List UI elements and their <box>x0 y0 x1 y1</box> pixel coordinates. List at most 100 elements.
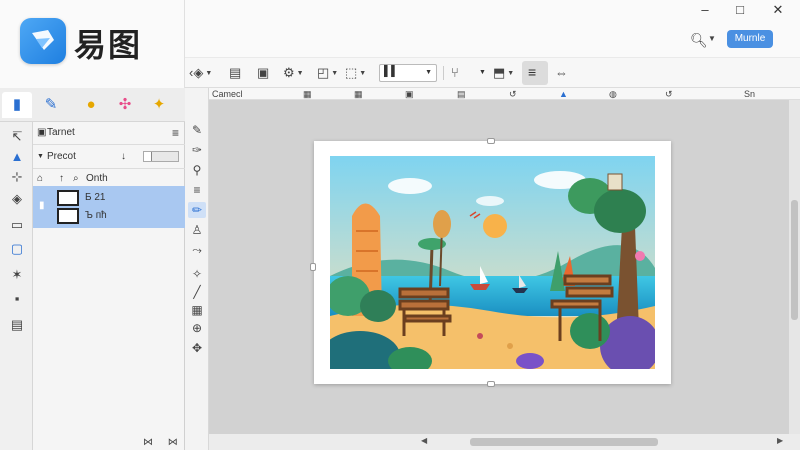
fill-icon[interactable]: ◈ <box>7 190 27 208</box>
chair-icon[interactable]: ⑂ <box>451 64 459 82</box>
resize-handle-left[interactable] <box>310 263 316 271</box>
grid-icon[interactable]: ▦ <box>188 302 206 318</box>
chevron-down-icon[interactable]: ▼ <box>708 34 716 43</box>
layer-thumbnail <box>57 208 79 224</box>
scroll-left-icon[interactable]: ◀ <box>421 436 427 445</box>
main-toolbar: ‹◈ ▼ ▤ ▣ ⚙ ▼ ◰ ▼ ⬚ ▼ ▌▌ ▼ ⑂ ▼ ⬒ ▼ ≡ ⇔ <box>185 58 800 88</box>
magic-icon[interactable]: ✧ <box>188 266 206 282</box>
chevron-down-icon[interactable]: ▼ <box>479 69 486 76</box>
left-tool-column: ↸ ▲ ⊹ ◈ ▭ ▢ ✶ ▪ ▤ <box>0 122 33 450</box>
font-size-select[interactable]: ▌▌ ▼ <box>379 64 437 82</box>
panel-divider <box>33 144 185 145</box>
profile-button[interactable]: Murnle <box>727 30 773 48</box>
vertical-scrollbar[interactable] <box>789 100 800 434</box>
illustration-image <box>330 156 655 369</box>
ruler-text: Sn <box>744 89 756 99</box>
panel-title: Tarnet <box>47 127 75 138</box>
layer-name[interactable]: Ъ пћ <box>85 210 107 221</box>
panel-icon: ▣ <box>37 127 47 138</box>
layers-panel: ▣ Tarnet ≡ ▼ Precot ↓ ⌂ ↑ ⌕ Onth ▮ Б 21 … <box>33 122 185 450</box>
rectangle-icon[interactable]: ▭ <box>7 216 27 234</box>
close-button[interactable]: ✕ <box>763 1 793 19</box>
opacity-slider[interactable] <box>143 151 179 162</box>
horizontal-scroll-thumb[interactable] <box>470 438 658 446</box>
panel-menu-icon[interactable]: ≡ <box>172 122 179 144</box>
secondary-tool-column: ✎ ✑ ⚲ ≡ ✏ ♙ ⤳ ✧ ╱ ▦ ⊕ ✥ <box>185 88 209 450</box>
app-logo-icon <box>20 18 66 64</box>
comment-icon[interactable]: ▪ <box>7 290 27 308</box>
ruler-icon[interactable]: ▦ <box>303 88 312 100</box>
chevron-down-icon: ▼ <box>425 69 432 76</box>
panel-header: ▣ Tarnet ≡ <box>33 122 185 144</box>
select-icon[interactable]: ⬚ ▼ <box>345 64 366 82</box>
export-icon[interactable]: ⬒ ▼ <box>493 64 514 82</box>
tools-tab[interactable]: ✎ <box>36 92 66 118</box>
preset-row[interactable]: ▼ Precot ↓ <box>33 146 185 168</box>
document-page[interactable] <box>310 138 671 387</box>
resize-handle-bottom[interactable] <box>487 381 495 387</box>
title-bar: – □ ✕ <box>185 0 800 22</box>
line-icon[interactable]: ╱ <box>188 284 206 300</box>
crop-tool-icon[interactable]: ⊹ <box>7 168 27 186</box>
magic-wand-icon[interactable]: ✶ <box>7 266 27 284</box>
canvas-label: Camecl <box>212 89 243 99</box>
ruler-icon[interactable]: ↺ <box>509 88 517 100</box>
ruler-icon[interactable]: ▤ <box>457 88 466 100</box>
collapse-icon[interactable]: ⋈ <box>143 437 153 448</box>
top-bar: 🔍︎ ▼ Murnle <box>185 22 800 58</box>
layer-thumbnail <box>57 190 79 206</box>
ruler-icon[interactable]: ▲ <box>559 88 568 100</box>
menu-icon: ≡ <box>528 64 537 80</box>
maximize-button[interactable]: □ <box>725 1 755 19</box>
rotate-icon[interactable]: ‹◈ ▼ <box>189 64 212 82</box>
app-logo-text: 易图 <box>74 26 143 64</box>
eyedropper-icon[interactable]: ⚲ <box>188 162 206 178</box>
move-icon[interactable]: ✥ <box>188 340 206 356</box>
stickers-tab[interactable]: ✦ <box>144 92 174 118</box>
resize-handle-top[interactable] <box>487 138 495 144</box>
slider-handle[interactable] <box>144 152 152 161</box>
clipboard-icon[interactable]: ▤ <box>229 64 241 82</box>
arrow-down-icon[interactable]: ↓ <box>121 146 126 168</box>
effects-tab[interactable]: ✣ <box>110 92 140 118</box>
badge-tab[interactable]: ● <box>76 92 106 118</box>
preset-label: Precot <box>47 151 76 162</box>
ruler-icon[interactable]: ▦ <box>354 88 363 100</box>
zoom-icon[interactable]: ⊕ <box>188 320 206 336</box>
ruler-icon[interactable]: ▣ <box>405 88 414 100</box>
arrows-icon[interactable]: ⇔ <box>555 64 568 82</box>
panel-tab-strip: ▮ ✎ ● ✣ ✦ <box>0 88 185 122</box>
app-window: 易图 – □ ✕ 🔍︎ ▼ Murnle ‹◈ ▼ ▤ ▣ ⚙ ▼ ◰ ▼ ⬚ ▼ ▌▌… <box>0 0 800 450</box>
document-tab[interactable]: ▮ <box>2 92 32 118</box>
menu-button[interactable]: ≡ <box>522 61 548 85</box>
crop-icon[interactable]: ◰ ▼ <box>317 64 338 82</box>
brush-icon[interactable]: ✎ <box>188 122 206 138</box>
copy-icon[interactable]: ▣ <box>257 64 269 82</box>
layer-name[interactable]: Б 21 <box>85 192 105 203</box>
transform-icon[interactable]: ↸ <box>7 128 27 146</box>
minimize-button[interactable]: – <box>690 1 720 19</box>
visibility-icon[interactable]: ▮ <box>39 200 45 211</box>
scroll-right-icon[interactable]: ▶ <box>777 436 783 445</box>
chevron-down-icon: ▼ <box>37 153 44 160</box>
toolbar-divider <box>443 66 444 80</box>
expand-icon[interactable]: ⋈ <box>168 437 178 448</box>
logo-area: 易图 <box>0 0 185 88</box>
settings-icon[interactable]: ⚙ ▼ <box>283 64 304 82</box>
frame-icon[interactable]: ▢ <box>7 240 27 258</box>
vertical-scroll-thumb[interactable] <box>791 200 798 320</box>
path-icon[interactable]: ⤳ <box>188 242 206 258</box>
pencil-icon[interactable]: ✏ <box>188 202 206 218</box>
text-icon[interactable]: ≡ <box>188 182 206 198</box>
ruler-icon[interactable]: ↺ <box>665 88 673 100</box>
layer-list-selected[interactable]: ▮ Б 21 Ъ пћ <box>33 186 185 228</box>
ruler-icon[interactable]: ◍ <box>609 88 617 100</box>
horizontal-scrollbar[interactable]: ◀ ▶ <box>209 434 800 450</box>
align-icon: ▌▌ <box>384 66 399 77</box>
search-icon[interactable]: 🔍︎ <box>690 32 708 49</box>
layer-stack-icon[interactable]: ▤ <box>7 316 27 334</box>
stamp-icon[interactable]: ♙ <box>188 222 206 238</box>
pen-icon[interactable]: ✑ <box>188 142 206 158</box>
canvas-header: Camecl ▦ ▦ ▣ ▤ ↺ ▲ ◍ ↺ Sn <box>209 88 800 100</box>
shapes-icon[interactable]: ▲ <box>7 148 27 166</box>
